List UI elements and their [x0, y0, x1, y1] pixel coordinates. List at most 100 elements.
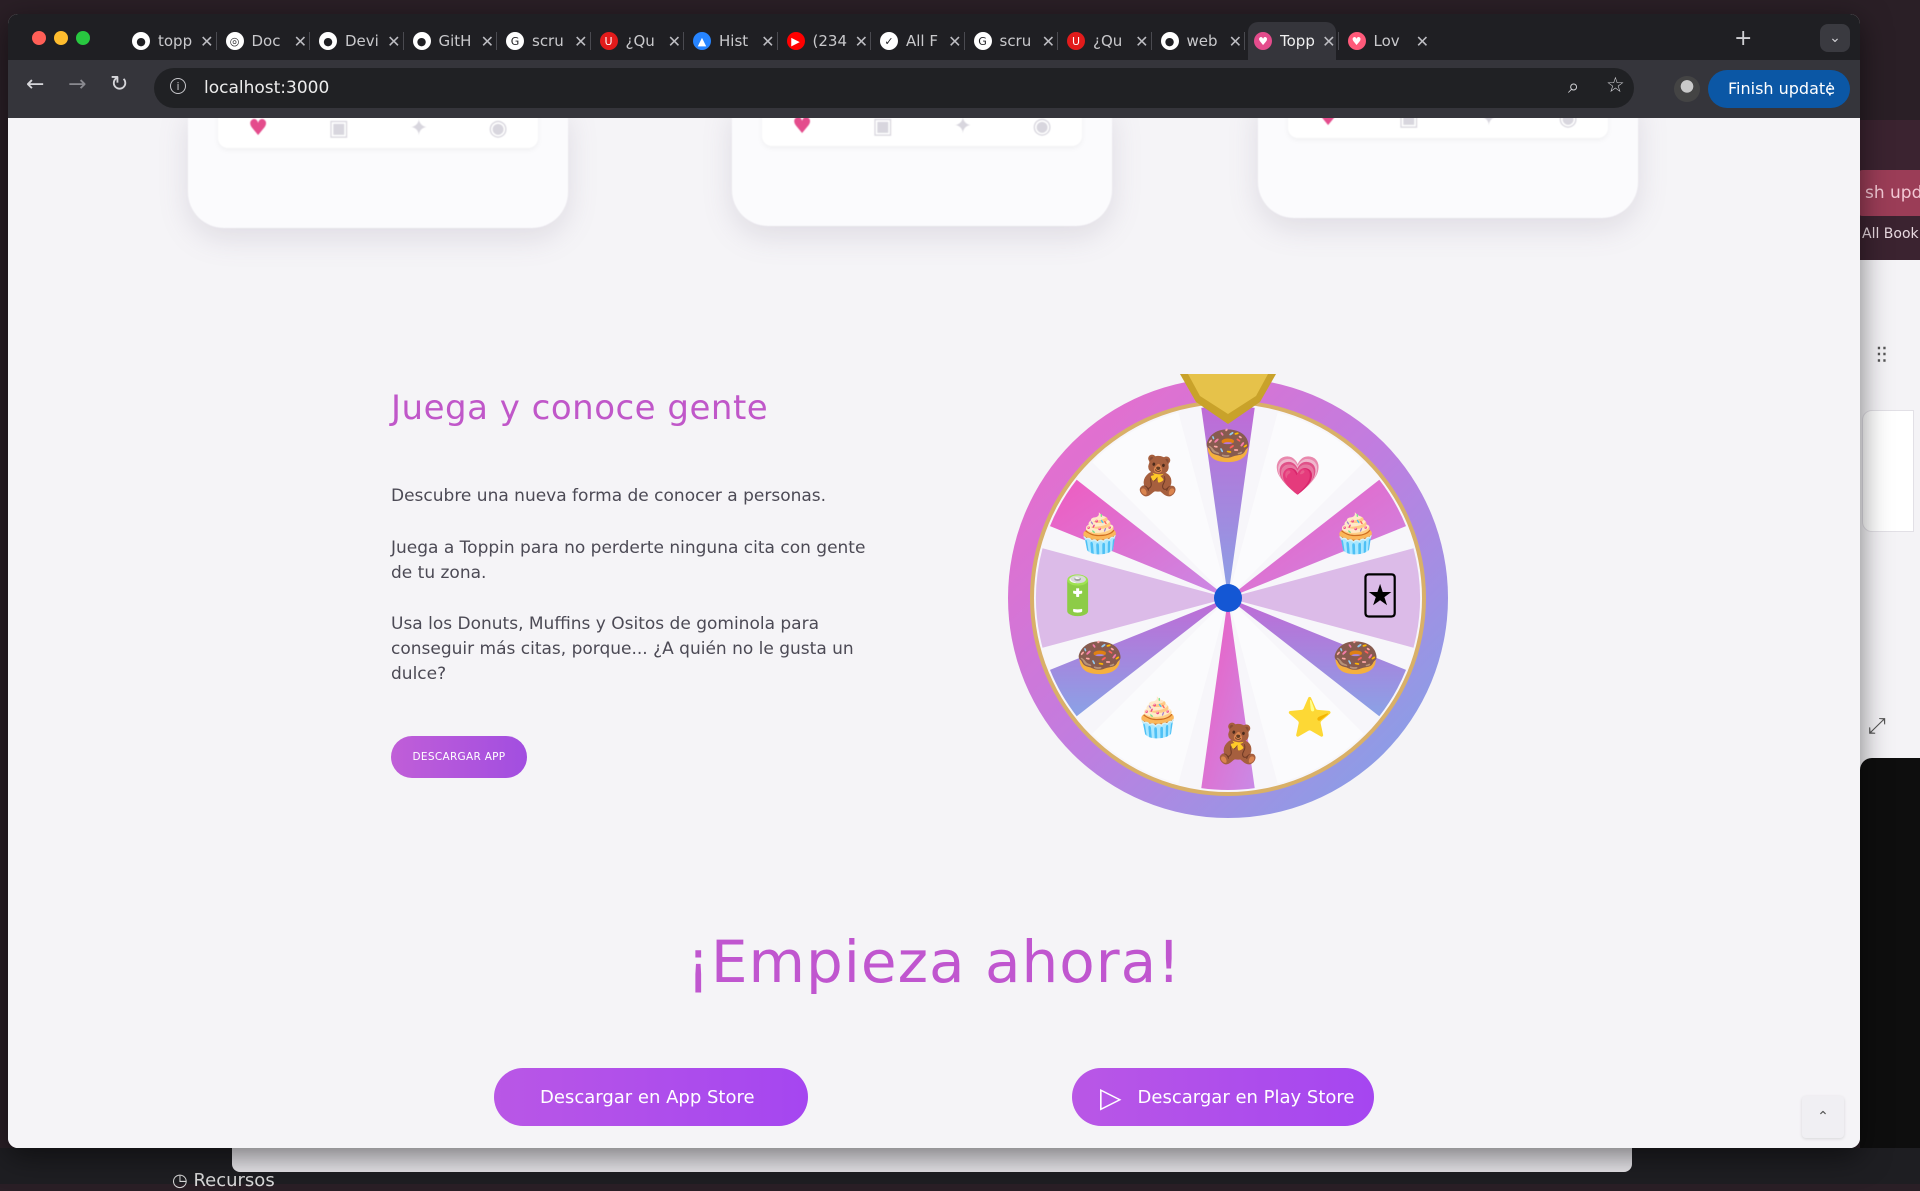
background-card	[1862, 410, 1914, 532]
u-logo-icon: U	[599, 32, 618, 50]
browser-tab[interactable]: ● Devi ✕	[313, 22, 401, 60]
address-bar[interactable]: i localhost:3000 ⌕ ☆	[154, 68, 1634, 108]
cupcake-icon: 🧁	[1134, 696, 1181, 740]
tab-title: ¿Qu	[1093, 32, 1123, 50]
forward-icon[interactable]: →	[68, 72, 86, 97]
url-text[interactable]: localhost:3000	[204, 78, 329, 98]
tab-separator	[870, 32, 871, 50]
close-tab-icon[interactable]: ✕	[1042, 32, 1055, 51]
tab-title: Hist	[719, 32, 749, 50]
phone-nav-bar: ♥ ▣ ✦ ◉	[762, 118, 1082, 146]
browser-tab[interactable]: ● topp ✕	[126, 22, 214, 60]
match-icon: ✦	[409, 118, 429, 141]
background-update-pill[interactable]: sh upda	[1855, 170, 1920, 216]
finish-update-button[interactable]: Finish update ⋮	[1708, 70, 1850, 108]
browser-tab[interactable]: ▲ Hist ✕	[687, 22, 775, 60]
app-store-label: Descargar en App Store	[540, 1086, 755, 1108]
tab-title: Topp	[1280, 32, 1315, 50]
browser-tab[interactable]: ▶ (234 ✕	[781, 22, 868, 60]
close-tab-icon[interactable]: ✕	[855, 32, 868, 51]
close-tab-icon[interactable]: ✕	[948, 32, 961, 51]
tab-title: Devi	[345, 32, 379, 50]
tab-separator	[1244, 32, 1245, 50]
profile-icon: ◉	[488, 118, 508, 141]
tab-separator	[683, 32, 684, 50]
toppin-heart-icon: ♥	[1254, 32, 1272, 50]
browser-tab[interactable]: Gscru ✕	[500, 22, 588, 60]
close-tab-icon[interactable]: ✕	[294, 32, 307, 51]
close-tab-icon[interactable]: ✕	[668, 32, 681, 51]
tab-separator	[1337, 32, 1339, 50]
tab-title: web	[1186, 32, 1218, 50]
phone-mockup: ♥ ▣ ✦ ◉	[1258, 118, 1638, 218]
background-terminal	[1860, 758, 1920, 1178]
browser-tab[interactable]: U ¿Qu ✕	[594, 22, 681, 60]
back-icon[interactable]: ←	[26, 72, 44, 97]
chat-icon: ▣	[1398, 118, 1420, 131]
minimize-window-button[interactable]	[54, 31, 68, 45]
chat-icon: ▣	[872, 118, 894, 139]
download-app-button[interactable]: DESCARGAR APP	[391, 736, 527, 778]
tab-search-button[interactable]: ⌄	[1820, 24, 1850, 52]
github-icon: ●	[1160, 32, 1179, 50]
tab-title: Doc	[251, 32, 281, 50]
prize-wheel: 🍩 🧸 💗 🧁 🧁 🔋 🃏 🍩 🍩 🧁 🧸 ⭐	[1008, 366, 1448, 826]
site-info-icon[interactable]: i	[170, 78, 186, 94]
browser-tab[interactable]: U ¿Qu ✕	[1061, 22, 1149, 60]
close-tab-icon[interactable]: ✕	[1135, 32, 1148, 51]
phone-mockup: ♥ ▣ ✦ ◉	[732, 118, 1112, 226]
cupcake-icon: 🧁	[1076, 512, 1123, 556]
chat-icon: ▣	[328, 118, 350, 141]
browser-toolbar: ← → ↻ i localhost:3000 ⌕ ☆ Finish update…	[8, 60, 1860, 118]
cards-badge-icon: 🃏	[1361, 573, 1400, 619]
close-window-button[interactable]	[32, 31, 46, 45]
close-tab-icon[interactable]: ✕	[481, 32, 494, 51]
new-tab-button[interactable]: +	[1734, 26, 1752, 51]
tab-separator	[963, 32, 965, 50]
close-tab-icon[interactable]: ✕	[200, 32, 213, 51]
match-icon: ✦	[953, 118, 973, 139]
cta-heading: ¡Empieza ahora!	[686, 928, 1182, 996]
background-bookmarks-text: All Book	[1862, 226, 1919, 242]
more-vert-icon: ⋮	[1822, 79, 1838, 98]
browser-tab[interactable]: Gscru ✕	[968, 22, 1055, 60]
close-tab-icon[interactable]: ✕	[1229, 32, 1242, 51]
browser-tab[interactable]: ● web ✕	[1155, 22, 1242, 60]
play-store-button[interactable]: ▷ Descargar en Play Store	[1072, 1068, 1374, 1126]
profile-icon: ◉	[1032, 118, 1052, 139]
background-bottom-panel	[232, 1148, 1632, 1172]
app-store-button[interactable]: Descargar en App Store	[494, 1068, 808, 1126]
bookmark-star-icon[interactable]: ☆	[1606, 73, 1625, 97]
tab-separator	[1150, 32, 1152, 50]
lovable-icon: ♥	[1347, 32, 1366, 50]
background-recursos[interactable]: ◷ Recursos	[172, 1170, 275, 1191]
tab-title: GitH	[438, 32, 472, 50]
youtube-icon: ▶	[786, 32, 805, 50]
tab-title: (234	[812, 32, 847, 50]
phone-mockup: ♥ ▣ ✦ ◉	[188, 118, 568, 228]
scroll-to-top-button[interactable]: ⌃	[1802, 1096, 1844, 1138]
tab-separator	[1057, 32, 1058, 50]
close-tab-icon[interactable]: ✕	[1416, 32, 1429, 51]
browser-tab[interactable]: ● GitH ✕	[407, 22, 494, 60]
browser-tab[interactable]: ♥ Lov ✕	[1342, 22, 1429, 60]
sliders-icon[interactable]: ⫶⫶	[1876, 344, 1887, 369]
reload-icon[interactable]: ↻	[110, 72, 128, 97]
browser-tab[interactable]: ♥ Topp ✕	[1248, 22, 1336, 60]
maximize-window-button[interactable]	[76, 31, 90, 45]
close-tab-icon[interactable]: ✕	[387, 32, 400, 51]
close-tab-icon[interactable]: ✕	[1322, 32, 1335, 51]
tab-title: scru	[999, 32, 1032, 50]
browser-tab[interactable]: ◎ Doc ✕	[220, 22, 307, 60]
google-icon: G	[973, 32, 992, 50]
profile-avatar[interactable]	[1674, 76, 1700, 102]
prize-wheel-graphic: 🍩 🧸 💗 🧁 🧁 🔋 🃏 🍩 🍩 🧁 🧸 ⭐	[1008, 374, 1448, 818]
cupcake-icon: 🧁	[1332, 512, 1379, 556]
zoom-icon[interactable]: ⌕	[1568, 74, 1579, 98]
section-paragraph-1: Descubre una nueva forma de conocer a pe…	[391, 486, 827, 506]
expand-icon[interactable]: ⤢	[1868, 714, 1886, 739]
close-tab-icon[interactable]: ✕	[761, 32, 774, 51]
close-tab-icon[interactable]: ✕	[574, 32, 587, 51]
browser-tab[interactable]: ✓ All F ✕	[874, 22, 962, 60]
github-icon: ●	[412, 32, 431, 50]
